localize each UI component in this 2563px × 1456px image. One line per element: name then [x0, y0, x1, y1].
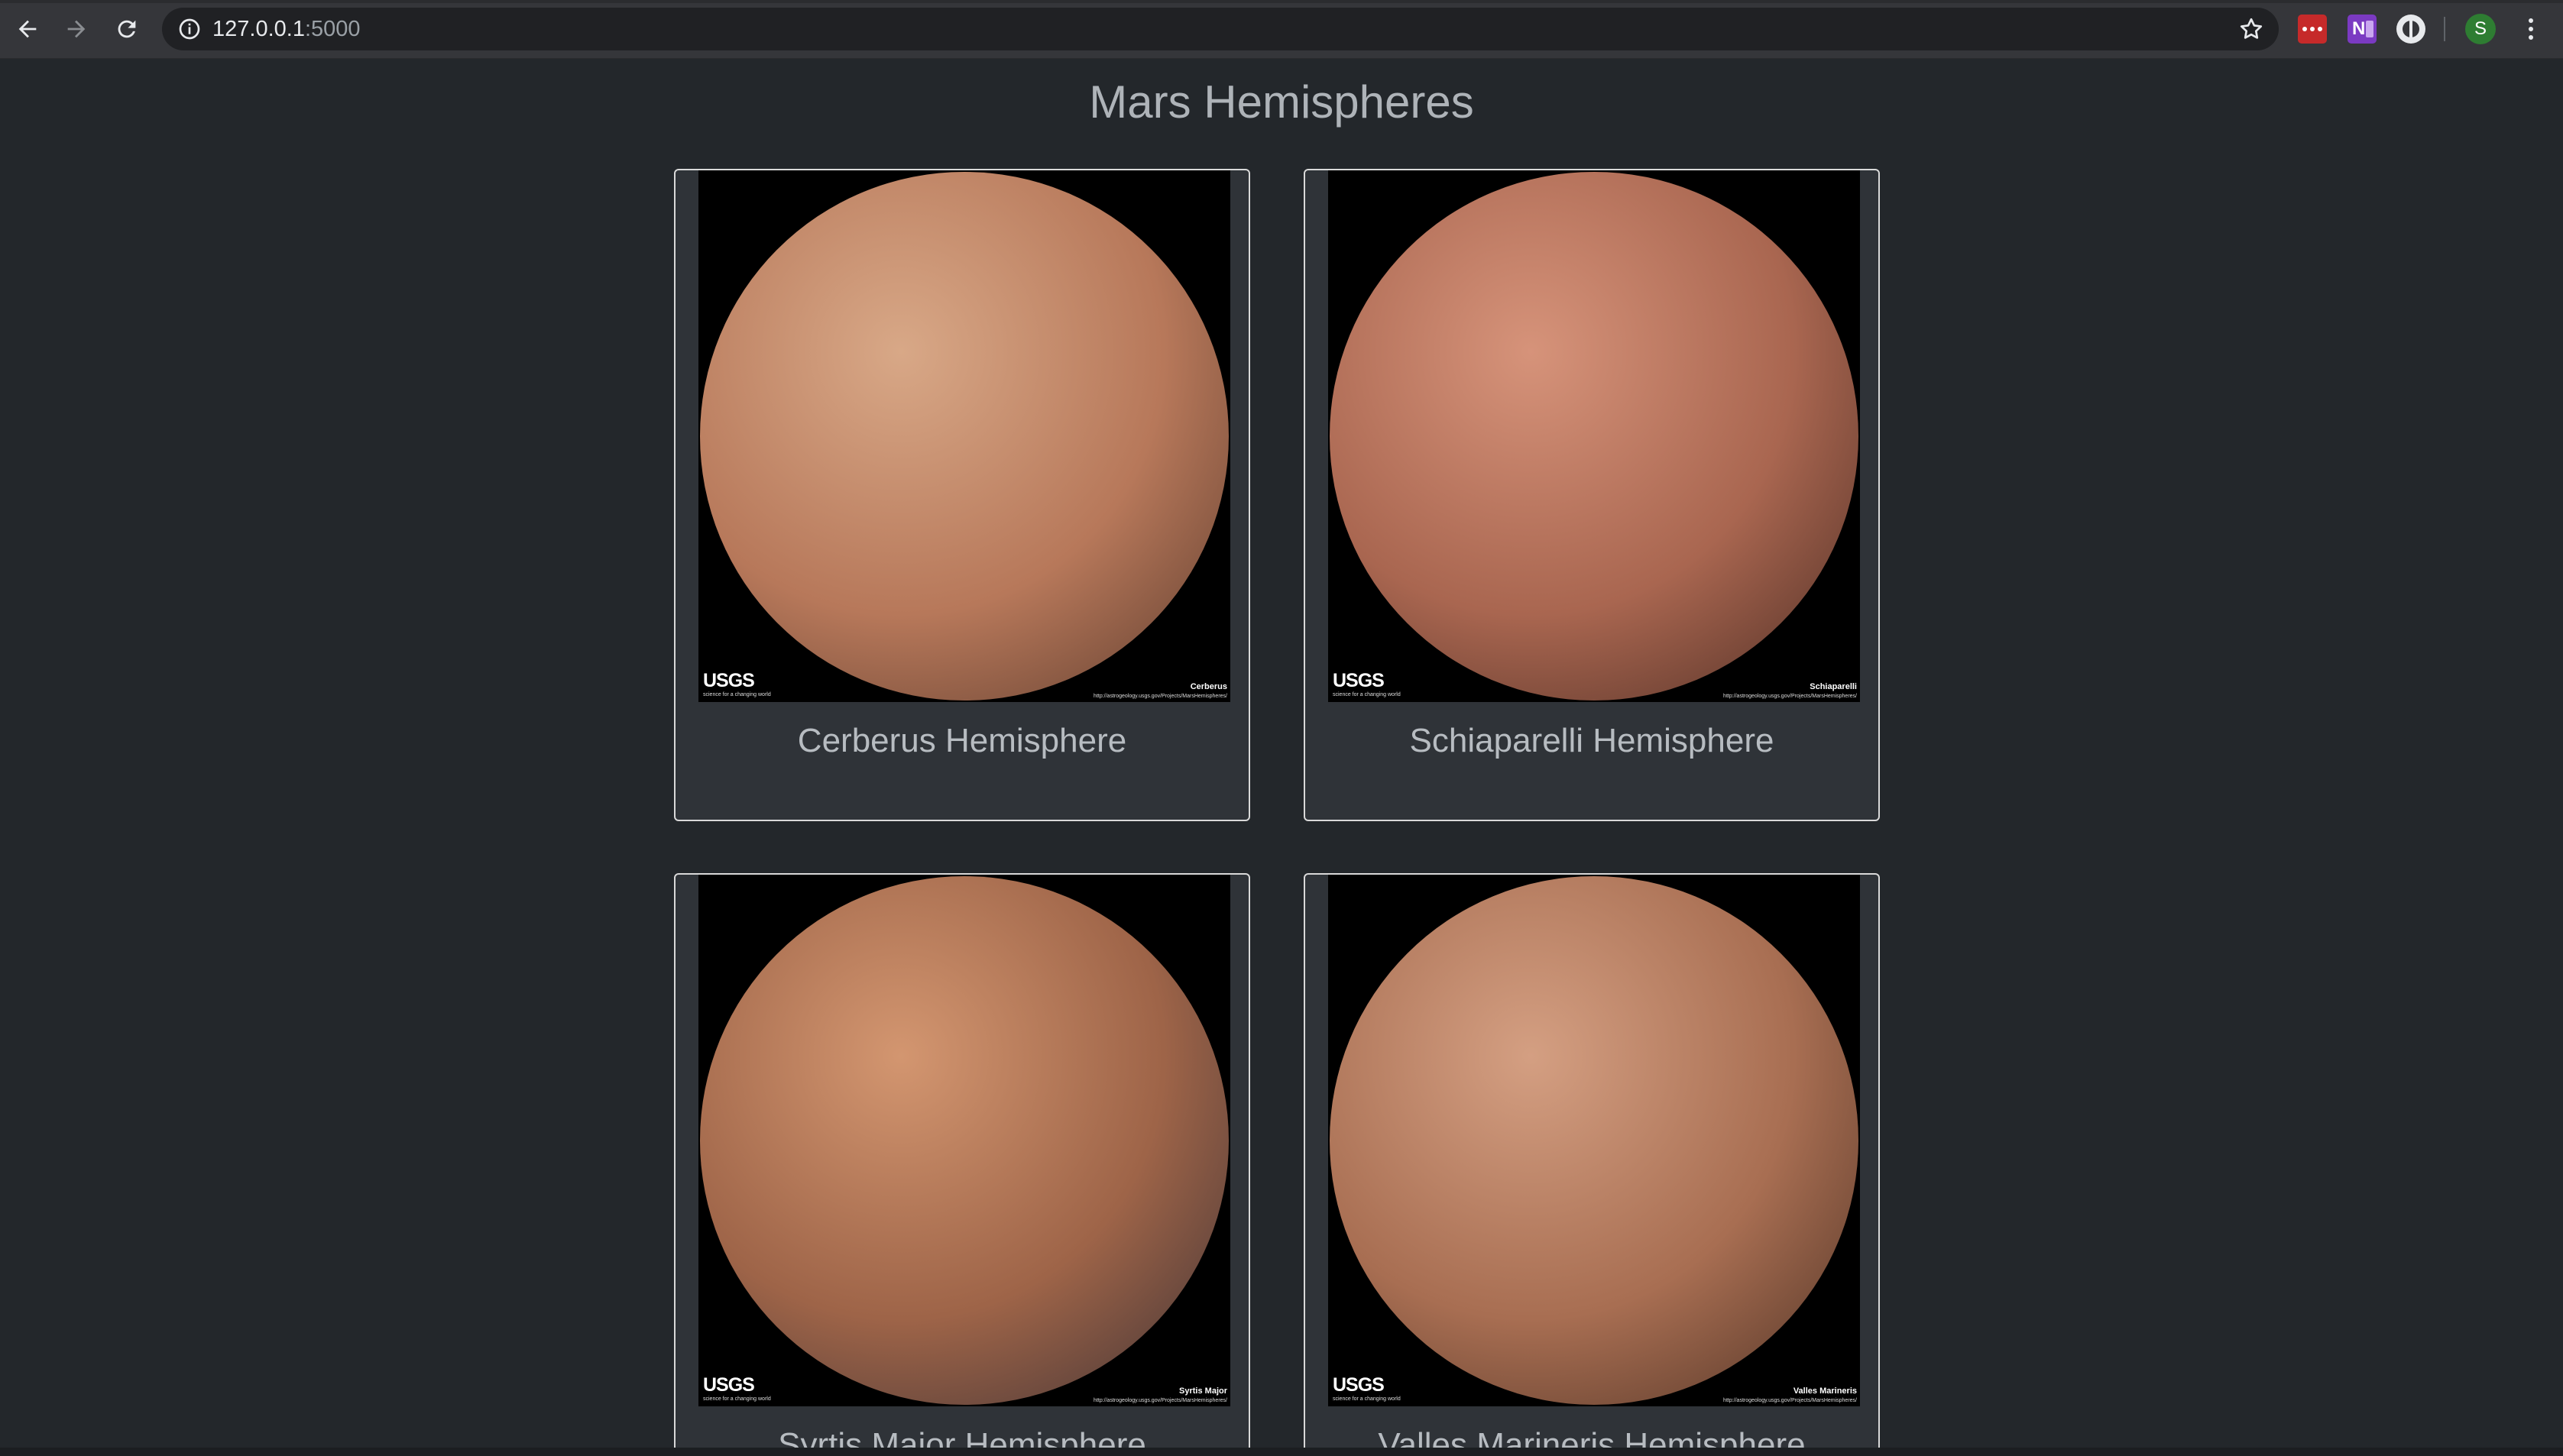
- tab-strip-edge: [0, 0, 2563, 3]
- hemisphere-card: USGS science for a changing world Schiapa…: [1304, 169, 1880, 821]
- kebab-menu-icon[interactable]: [2516, 14, 2546, 44]
- hemisphere-title: Valles Marineris Hemisphere: [1378, 1426, 1806, 1448]
- url-host: 127.0.0.1: [212, 17, 305, 41]
- hemisphere-image[interactable]: USGS science for a changing world Valles …: [1328, 875, 1860, 1406]
- hemisphere-title: Cerberus Hemisphere: [797, 722, 1127, 759]
- hemisphere-image[interactable]: USGS science for a changing world Syrtis …: [698, 875, 1230, 1406]
- image-label: Valles Marineris: [1793, 1386, 1857, 1396]
- page-title: Mars Hemispheres: [1089, 76, 1474, 128]
- info-icon[interactable]: [177, 17, 202, 41]
- hemisphere-card: USGS science for a changing world Valles …: [1304, 873, 1880, 1448]
- hemisphere-card: USGS science for a changing world Syrtis …: [674, 873, 1250, 1448]
- usgs-logo: USGS science for a changing world: [1333, 1374, 1401, 1402]
- arrow-right-icon: [67, 20, 86, 38]
- toolbar-divider: [2444, 17, 2445, 41]
- reload-icon: [118, 20, 136, 38]
- image-source-url: http://astrogeology.usgs.gov/Projects/Ma…: [1094, 694, 1227, 699]
- image-label: Syrtis Major: [1179, 1386, 1227, 1396]
- address-bar[interactable]: 127.0.0.1:5000: [162, 8, 2279, 50]
- back-button[interactable]: [9, 11, 46, 47]
- url-port: :5000: [304, 17, 361, 41]
- usgs-logo: USGS science for a changing world: [703, 1374, 771, 1402]
- hemisphere-image[interactable]: USGS science for a changing world Cerberu…: [698, 170, 1230, 702]
- bookmark-star-icon[interactable]: [2237, 15, 2265, 43]
- lastpass-extension-icon[interactable]: [2298, 15, 2327, 44]
- browser-toolbar: 127.0.0.1:5000 N S: [0, 0, 2563, 59]
- arrow-left-icon: [18, 20, 37, 38]
- page-bottom-edge: [0, 1448, 2563, 1456]
- image-source-url: http://astrogeology.usgs.gov/Projects/Ma…: [1723, 1398, 1857, 1403]
- onenote-extension-icon[interactable]: N: [2348, 15, 2377, 44]
- forward-button[interactable]: [58, 11, 95, 47]
- mars-globe: [1330, 172, 1858, 700]
- image-label: Schiaparelli: [1810, 682, 1857, 691]
- usgs-logo: USGS science for a changing world: [1333, 670, 1401, 697]
- mars-globe: [700, 876, 1229, 1405]
- hemisphere-title: Schiaparelli Hemisphere: [1409, 722, 1774, 759]
- url-text[interactable]: 127.0.0.1:5000: [212, 8, 361, 50]
- hemisphere-title: Syrtis Major Hemisphere: [778, 1426, 1146, 1448]
- reload-button[interactable]: [109, 11, 145, 47]
- hemisphere-card: USGS science for a changing world Cerberu…: [674, 169, 1250, 821]
- profile-avatar[interactable]: S: [2465, 14, 2496, 44]
- mars-globe: [700, 172, 1229, 700]
- mars-globe: [1330, 876, 1858, 1405]
- page-content: Mars Hemispheres USGS science for a chang…: [0, 59, 2563, 1448]
- image-label: Cerberus: [1190, 682, 1227, 691]
- hemisphere-image[interactable]: USGS science for a changing world Schiapa…: [1328, 170, 1860, 702]
- image-source-url: http://astrogeology.usgs.gov/Projects/Ma…: [1723, 694, 1857, 699]
- image-source-url: http://astrogeology.usgs.gov/Projects/Ma…: [1094, 1398, 1227, 1403]
- usgs-logo: USGS science for a changing world: [703, 670, 771, 697]
- extension-icon[interactable]: [2396, 15, 2425, 44]
